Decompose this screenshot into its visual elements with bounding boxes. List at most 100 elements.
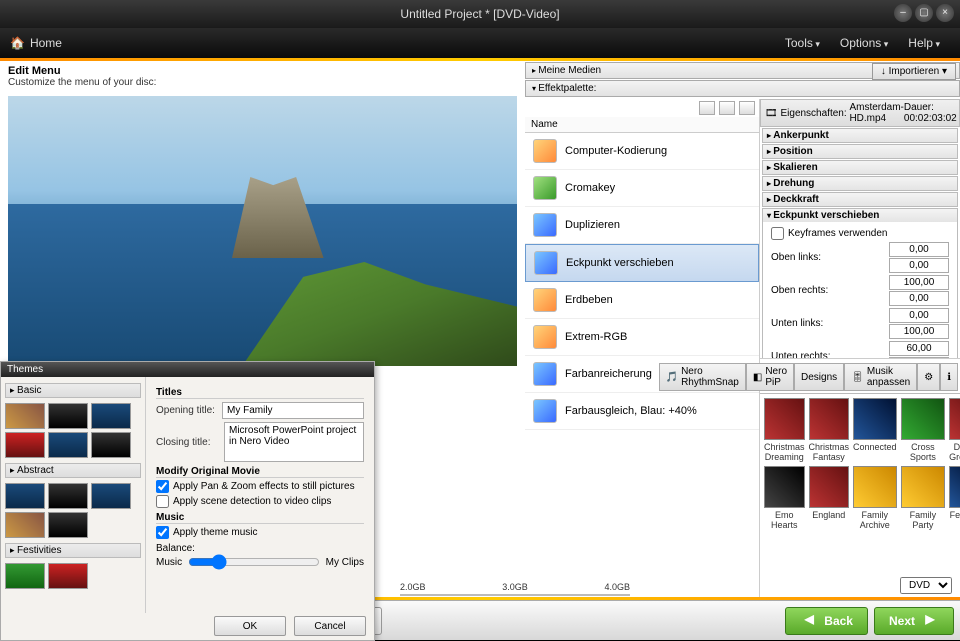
top-right-y[interactable]	[889, 291, 949, 306]
closing-title-input[interactable]: Microsoft PowerPoint project in Nero Vid…	[224, 422, 364, 462]
effects-list[interactable]: Name Computer-Kodierung Cromakey Duplizi…	[525, 99, 760, 600]
keyframes-checkbox[interactable]	[771, 227, 784, 240]
maximize-icon[interactable]: ▢	[915, 4, 933, 22]
theme-thumb[interactable]	[91, 403, 131, 429]
effect-item[interactable]: Erdbeben	[525, 282, 759, 319]
duration-value: 00:02:03:02	[904, 113, 957, 124]
next-icon: ▶	[921, 612, 939, 630]
thememusic-checkbox[interactable]	[156, 526, 169, 539]
design-item[interactable]: Drew Ground	[949, 398, 960, 462]
themes-panel-title: Themes	[1, 362, 374, 377]
minimize-icon[interactable]: –	[894, 4, 912, 22]
design-item[interactable]: Connected	[853, 398, 897, 462]
home-button[interactable]: 🏠 Home	[10, 36, 62, 50]
theme-thumb[interactable]	[48, 432, 88, 458]
settings-icon[interactable]: ⚙	[917, 363, 940, 391]
effect-item[interactable]: Cromakey	[525, 170, 759, 207]
edit-subtext: Customize the menu of your disc:	[8, 77, 517, 88]
tab-designs[interactable]: Designs	[794, 363, 844, 391]
theme-thumb[interactable]	[91, 483, 131, 509]
effect-item-selected[interactable]: Eckpunkt verschieben	[525, 244, 759, 282]
pip-icon: ◧	[753, 372, 762, 383]
theme-thumb[interactable]	[5, 432, 45, 458]
cancel-button[interactable]: Cancel	[294, 616, 366, 636]
group-rotation[interactable]: Drehung	[763, 177, 957, 190]
theme-thumb[interactable]	[5, 483, 45, 509]
design-item[interactable]: Family Party	[901, 466, 946, 530]
music-icon: 🎵	[666, 372, 678, 383]
close-icon[interactable]: ×	[936, 4, 954, 22]
opening-title-label: Opening title:	[156, 405, 216, 416]
view-list-icon[interactable]	[699, 101, 715, 115]
top-right-label: Oben rechts:	[771, 285, 843, 296]
group-position[interactable]: Position	[763, 145, 957, 158]
theme-categories[interactable]: Basic Abstract Festivities	[1, 377, 146, 613]
category-abstract[interactable]: Abstract	[5, 463, 141, 478]
props-title-file: Amsterdam-HD.mp4	[849, 102, 903, 124]
theme-thumb[interactable]	[5, 512, 45, 538]
next-button[interactable]: Next▶	[874, 607, 954, 635]
top-right-x[interactable]	[889, 275, 949, 290]
group-corner[interactable]: Eckpunkt verschieben	[763, 209, 957, 222]
tab-pip[interactable]: ◧Nero PiP	[746, 363, 794, 391]
properties-panel: 🎞 Eigenschaften: Amsterdam-HD.mp4 Dauer:…	[760, 99, 960, 359]
menu-options[interactable]: Options	[830, 36, 898, 50]
top-left-x[interactable]	[889, 242, 949, 257]
bottom-left-y[interactable]	[889, 324, 949, 339]
music-heading: Music	[156, 512, 364, 524]
design-item[interactable]: Family Archive	[853, 466, 897, 530]
sort-icon[interactable]	[739, 101, 755, 115]
themes-panel: Themes Basic Abstract	[0, 361, 375, 641]
design-item[interactable]: Christmas Dreaming	[764, 398, 805, 462]
menu-preview[interactable]	[8, 96, 517, 366]
design-item[interactable]: Cross Sports	[901, 398, 946, 462]
output-format-select[interactable]: DVD	[900, 577, 952, 594]
category-festivities[interactable]: Festivities	[5, 543, 141, 558]
theme-thumb[interactable]	[5, 563, 45, 589]
tab-effect-palette[interactable]: Effektpalette:	[525, 80, 960, 97]
tab-rhythmsnap[interactable]: 🎵Nero RhythmSnap	[659, 363, 746, 391]
group-scale[interactable]: Skalieren	[763, 161, 957, 174]
design-item[interactable]: Emo Hearts	[764, 466, 805, 530]
design-item[interactable]: England	[809, 466, 850, 530]
theme-thumb[interactable]	[48, 483, 88, 509]
theme-thumb[interactable]	[91, 432, 131, 458]
top-left-y[interactable]	[889, 258, 949, 273]
import-button[interactable]: Importieren ▾	[872, 63, 956, 80]
design-item[interactable]: Festive	[949, 466, 960, 530]
closing-title-label: Closing title:	[156, 437, 218, 448]
design-item[interactable]: Christmas Fantasy	[809, 398, 850, 462]
theme-thumb[interactable]	[48, 403, 88, 429]
bottom-left-x[interactable]	[889, 308, 949, 323]
opening-title-input[interactable]	[222, 402, 364, 419]
effect-item[interactable]: Extrem-RGB	[525, 319, 759, 356]
panzoom-label: Apply Pan & Zoom effects to still pictur…	[173, 481, 355, 492]
category-basic[interactable]: Basic	[5, 383, 141, 398]
film-icon: 🎞	[765, 108, 778, 119]
home-icon: 🏠	[10, 36, 25, 50]
panzoom-checkbox[interactable]	[156, 480, 169, 493]
effect-item[interactable]: Computer-Kodierung	[525, 133, 759, 170]
effect-item[interactable]: Duplizieren	[525, 207, 759, 244]
theme-thumb[interactable]	[5, 403, 45, 429]
group-anchor[interactable]: Ankerpunkt	[763, 129, 957, 142]
ok-button[interactable]: OK	[214, 616, 286, 636]
balance-label: Balance:	[156, 543, 364, 554]
group-opacity[interactable]: Deckkraft	[763, 193, 957, 206]
format-dropdown[interactable]: DVD	[900, 577, 952, 594]
bottom-right-y[interactable]	[889, 357, 949, 359]
modify-heading: Modify Original Movie	[156, 466, 364, 478]
view-grid-icon[interactable]	[719, 101, 735, 115]
effect-item[interactable]: Farbausgleich, Blau: +40%	[525, 393, 759, 430]
menu-help[interactable]: Help	[898, 36, 950, 50]
design-gallery: 🎵Nero RhythmSnap ◧Nero PiP Designs 🎚Musi…	[760, 361, 960, 600]
back-button[interactable]: ◀Back	[785, 607, 868, 635]
info-icon[interactable]: ℹ	[940, 363, 958, 391]
scenedetect-checkbox[interactable]	[156, 495, 169, 508]
bottom-right-x[interactable]	[889, 341, 949, 356]
theme-thumb[interactable]	[48, 512, 88, 538]
balance-slider[interactable]	[188, 554, 320, 570]
theme-thumb[interactable]	[48, 563, 88, 589]
menu-tools[interactable]: Tools	[775, 36, 830, 50]
tab-music-adjust[interactable]: 🎚Musik anpassen	[844, 363, 917, 391]
